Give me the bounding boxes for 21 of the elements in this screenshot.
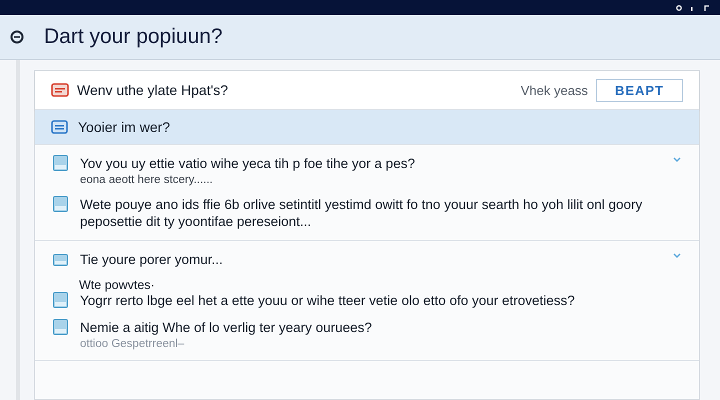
item-text[interactable]: Wete pouye ano ids ffie 6b orlive setintitl yestimd owitt fo tno youur searth ho yoh lilit onl goory peposettie dit ty yoontifae pereseiont... [80, 196, 659, 230]
item-text[interactable]: Nemie a aitig Whe of lo verlig ter yeary ouruees? [80, 319, 372, 336]
item-text[interactable]: Yogrr rerto lbge eel het a ette youu or wihe tteer vetie olo etto ofo your etrovetiess? [80, 292, 575, 309]
item-subtitle: eona aeott here stcery...... [80, 174, 214, 186]
question-text: Wenv uthe ylate Hpat's? [77, 82, 230, 98]
document-icon [53, 319, 68, 335]
document-icon [53, 196, 68, 212]
window-controls-icon[interactable] [676, 4, 710, 12]
card-icon [51, 120, 68, 134]
document-icon [53, 292, 68, 308]
list-row[interactable]: Yooier im wer? [35, 110, 699, 145]
item-label: Wte powvtes· [79, 278, 156, 292]
action-button[interactable]: BEAPT [596, 78, 683, 102]
document-icon [53, 254, 68, 266]
page-title: Dart your popiuun? [44, 25, 223, 49]
item-subtitle: ottioo Gespetrreenl– [80, 338, 186, 350]
document-icon [53, 155, 68, 171]
hint-text: Vhek yeass [520, 82, 588, 98]
section-heading: Tie youre porer yomur... [80, 251, 223, 268]
item-text[interactable]: Yov you uy ettie vatio wihe yeca tih p foe tihe yor a pes? [80, 155, 415, 172]
alert-card-icon [51, 83, 69, 97]
